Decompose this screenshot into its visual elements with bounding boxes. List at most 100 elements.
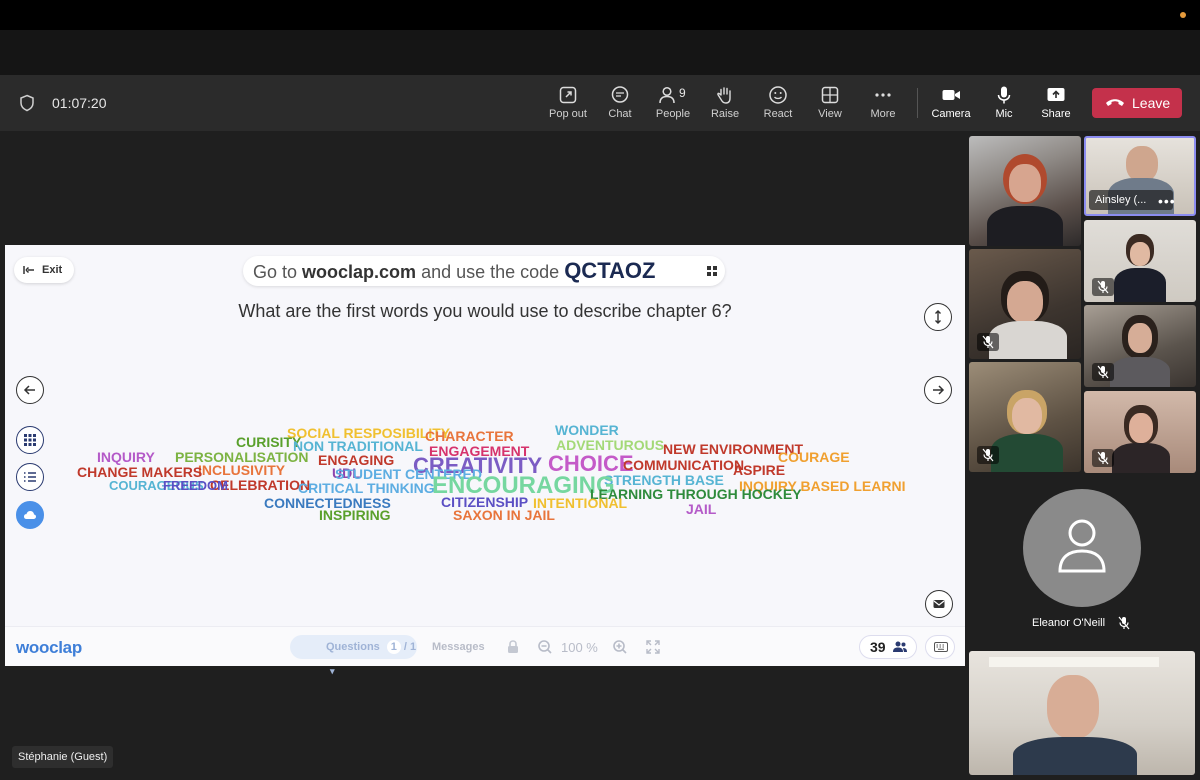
participant-video-2[interactable] (1084, 220, 1196, 302)
participant-body (1013, 737, 1137, 775)
messages-tab[interactable]: Messages (432, 641, 485, 653)
cloud-word: ADVENTUROUS (556, 437, 665, 453)
keyboard-button[interactable] (925, 635, 955, 659)
muted-indicator (1092, 278, 1114, 296)
hand-icon (717, 87, 731, 104)
participant-face (1007, 281, 1043, 323)
lock-icon[interactable] (505, 639, 521, 655)
questions-tab-label: Questions (326, 641, 380, 653)
pop-out-icon (559, 86, 577, 104)
share-label: Share (1041, 108, 1071, 120)
cloud-word: ASPIRE (733, 462, 786, 478)
zoom-out-icon[interactable] (537, 639, 553, 655)
participant-face (1130, 242, 1150, 266)
participant-video-1[interactable] (969, 136, 1081, 246)
participant-face (1129, 413, 1153, 443)
participant-body (987, 206, 1063, 246)
more-label: More (870, 108, 896, 120)
cloud-word: CURISITY (236, 434, 302, 450)
react-button[interactable]: React (752, 83, 804, 125)
cloud-word: CHANGE MAKERS (77, 464, 203, 480)
muted-indicator (977, 333, 999, 351)
participant-face (1128, 323, 1152, 353)
raise-hand-button[interactable]: Raise (699, 83, 751, 125)
chevron-down-icon: ▾ (330, 666, 335, 676)
mic-icon (997, 86, 1011, 104)
chat-icon (611, 86, 629, 103)
more-icon (875, 93, 891, 97)
person-icon (1058, 519, 1106, 573)
zoom-level: 100 % (561, 640, 598, 655)
leave-button[interactable]: Leave (1092, 88, 1182, 118)
mail-button[interactable] (925, 590, 953, 618)
zoom-in-icon[interactable] (612, 639, 628, 655)
camera-icon (942, 90, 960, 100)
fullscreen-icon[interactable] (645, 639, 661, 655)
chat-label: Chat (608, 108, 632, 120)
participant-video-3[interactable] (969, 249, 1081, 359)
muted-indicator (1092, 363, 1114, 381)
mic-off-icon (1097, 451, 1109, 465)
participants-icon (893, 641, 907, 652)
participant-count: 39 (870, 639, 886, 655)
cloud-word: COMMUNICATION (623, 457, 745, 473)
react-label: React (763, 108, 793, 120)
cloud-word: CRITICAL THINKING (298, 480, 435, 496)
participant-body (991, 434, 1063, 472)
avatar[interactable] (1023, 489, 1141, 607)
people-icon (659, 86, 675, 104)
cloud-word: WONDER (555, 422, 619, 438)
header-band (0, 30, 1200, 75)
word-cloud: SOCIAL RESPOSIBILITY CHARACTER WONDER CURIS… (5, 245, 965, 666)
participant-body (989, 321, 1067, 359)
question-index: 1 (386, 640, 401, 654)
participant-face (1047, 675, 1099, 739)
participant-face (1009, 164, 1041, 202)
participant-name: Eleanor O'Neill (1032, 617, 1106, 629)
camera-button[interactable]: Camera (925, 83, 977, 125)
toolbar-divider (917, 88, 918, 118)
hang-up-icon (1106, 99, 1124, 106)
pop-out-button[interactable]: Pop out (542, 83, 594, 125)
participant-video-4[interactable] (1084, 305, 1196, 387)
participant-video-5[interactable] (969, 362, 1081, 472)
participant-count-badge: 39 (859, 635, 917, 659)
more-button[interactable]: More (857, 83, 909, 125)
camera-label: Camera (931, 108, 971, 120)
cloud-word: SAXON IN JAIL (453, 507, 555, 523)
mic-label: Mic (995, 108, 1013, 120)
participant-video-7[interactable] (969, 651, 1195, 775)
grid-view-icon (821, 86, 839, 104)
wooclap-logo: wooclap (16, 638, 82, 657)
cloud-word: JAIL (686, 501, 717, 517)
mic-button[interactable]: Mic (978, 83, 1030, 125)
cloud-word: INQUIRY (97, 449, 155, 465)
pop-out-label: Pop out (549, 108, 587, 120)
participant-video-6[interactable] (1084, 391, 1196, 473)
chat-button[interactable]: Chat (594, 83, 646, 125)
muted-indicator (1092, 449, 1114, 467)
more-options-icon[interactable]: ••• (1158, 193, 1176, 209)
raise-label: Raise (710, 108, 740, 120)
cloud-word: INSPIRING (319, 507, 391, 523)
share-icon (1047, 88, 1065, 101)
muted-indicator (977, 446, 999, 464)
participant-body (1114, 268, 1166, 302)
people-button[interactable]: 9 People (647, 83, 699, 125)
view-label: View (818, 108, 842, 120)
mic-off-icon (1097, 280, 1109, 294)
cloud-word: STRENGTH BASE (604, 472, 724, 488)
view-button[interactable]: View (804, 83, 856, 125)
questions-tab[interactable]: Questions 1 / 1 ▾ (290, 635, 417, 676)
status-dot (1180, 12, 1186, 18)
mic-off-icon (1118, 616, 1130, 630)
wooclap-bottom-bar: wooclap Questions 1 / 1 ▾ Messages 100 %… (5, 626, 965, 676)
cloud-word: NON TRADITIONAL (293, 438, 423, 454)
mail-icon (933, 600, 945, 608)
participant-face (1126, 146, 1158, 182)
participant-video-pinned[interactable]: Ainsley (... (1084, 136, 1196, 216)
cloud-word: COURAGE (778, 449, 850, 465)
mic-off-icon (982, 335, 994, 349)
share-button[interactable]: Share (1030, 83, 1082, 125)
ceiling-light (989, 657, 1159, 667)
